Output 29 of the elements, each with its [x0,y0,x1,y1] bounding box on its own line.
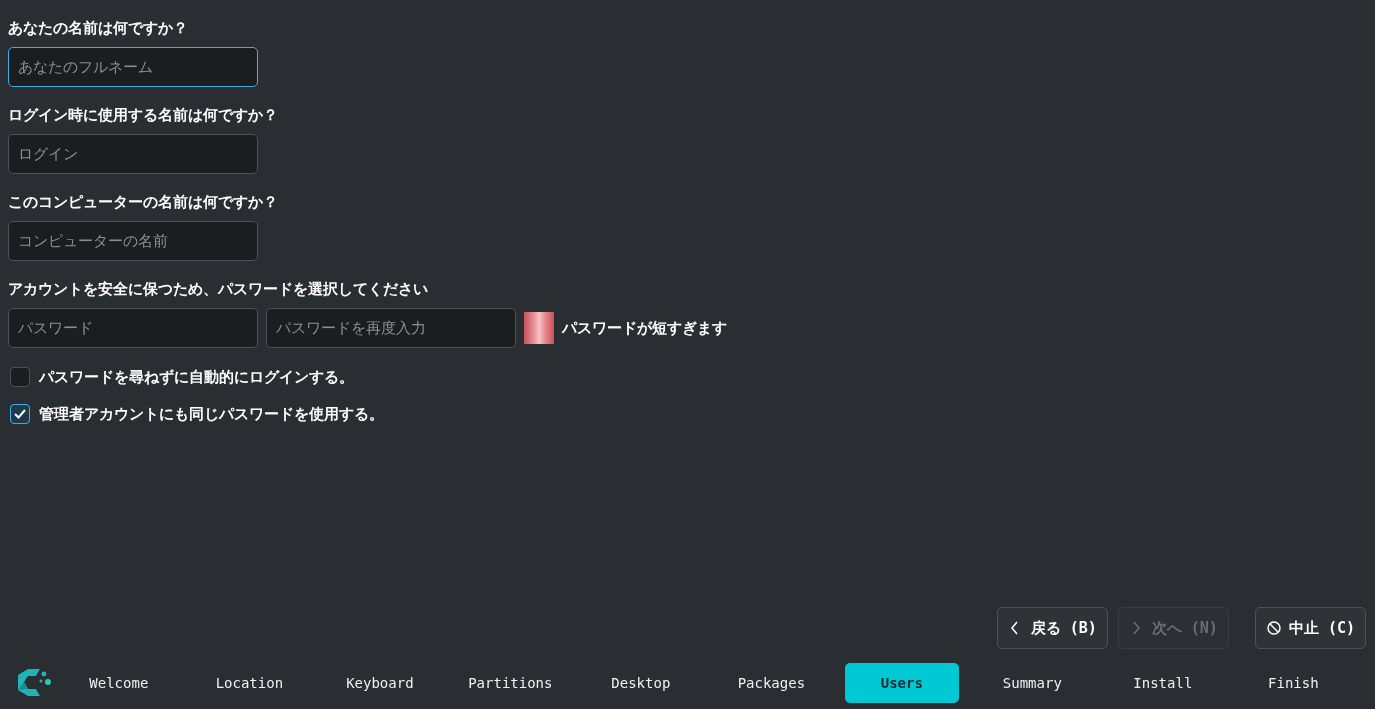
password-message: パスワードが短すぎます [562,318,727,338]
step-tab[interactable]: Packages [714,663,829,703]
password-label: アカウントを安全に保つため、パスワードを選択してください [8,279,428,299]
step-tab[interactable]: Location [192,663,307,703]
step-tab[interactable]: Install [1105,663,1220,703]
step-tab[interactable]: Summary [975,663,1090,703]
step-tab[interactable]: Partitions [453,663,568,703]
text-field[interactable]: コンピューターの名前 [8,221,258,261]
checkbox-label: パスワードを尋ねずに自動的にログインする。 [39,367,354,387]
back-button[interactable]: 戻る (B) [996,607,1108,649]
question-label: ログイン時に使用する名前は何ですか？ [8,105,278,125]
checkbox-label: 管理者アカウントにも同じパスワードを使用する。 [39,404,384,424]
checkbox[interactable] [10,404,30,424]
strength-indicator-icon [524,312,554,344]
question-label: このコンピューターの名前は何ですか？ [8,192,278,212]
checkbox[interactable] [10,367,30,387]
text-field[interactable]: パスワード [8,308,258,348]
step-tab[interactable]: Finish [1236,663,1351,703]
text-field[interactable]: ログイン [8,134,258,174]
step-tab[interactable]: Welcome [61,663,176,703]
checkmark-icon [13,407,27,421]
cancel-button[interactable]: 中止 (C) [1254,607,1366,649]
step-tab[interactable]: Desktop [583,663,698,703]
step-tab[interactable]: Users [844,663,959,703]
prohibited-icon [1265,620,1282,636]
text-field[interactable]: パスワードを再度入力 [266,308,516,348]
question-label: あなたの名前は何ですか？ [8,18,188,38]
text-field[interactable]: あなたのフルネーム [8,47,258,87]
step-tab[interactable]: Keyboard [322,663,437,703]
